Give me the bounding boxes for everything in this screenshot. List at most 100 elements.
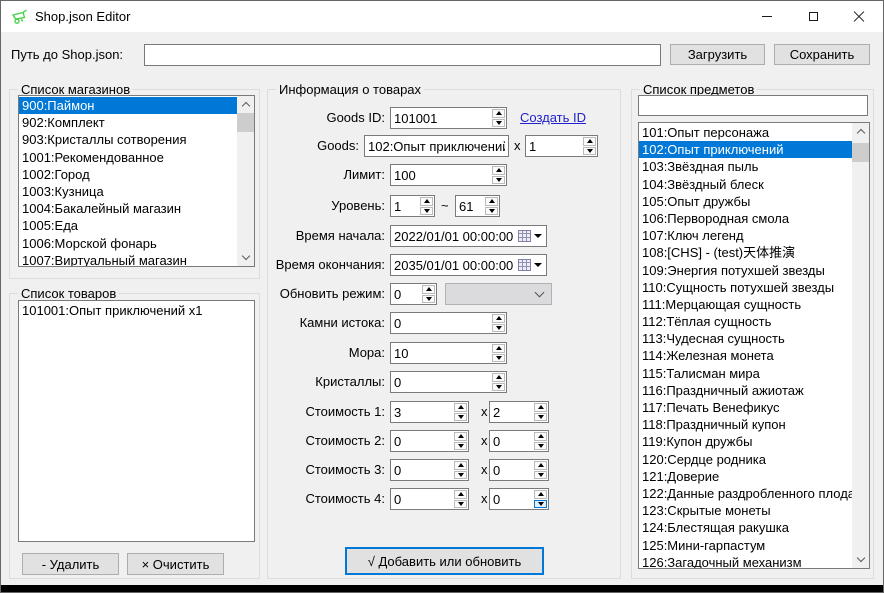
list-item[interactable]: 106:Первородная смола	[639, 210, 852, 227]
list-item[interactable]: 112:Тёплая сущность	[639, 313, 852, 330]
spin-down-button[interactable]	[454, 500, 467, 509]
spin-down-button[interactable]	[534, 500, 547, 509]
list-item[interactable]: 118:Праздничный купон	[639, 416, 852, 433]
spin-down-button[interactable]	[492, 119, 505, 128]
create-id-link[interactable]: Создать ID	[520, 107, 586, 129]
path-input[interactable]	[144, 44, 661, 66]
goods-input[interactable]	[364, 135, 509, 157]
list-item[interactable]: 116:Праздничный ажиотаж	[639, 382, 852, 399]
primogems-input[interactable]	[391, 313, 491, 333]
list-item[interactable]: 119:Купон дружбы	[639, 433, 852, 450]
list-item[interactable]: 1005:Еда	[19, 217, 237, 234]
level-max-input[interactable]	[456, 196, 484, 216]
spin-up-button[interactable]	[492, 344, 505, 353]
list-item[interactable]: 1001:Рекомендованное	[19, 149, 237, 166]
save-button[interactable]: Сохранить	[774, 44, 870, 65]
cost1-item-input[interactable]	[391, 402, 453, 422]
list-item[interactable]: 105:Опыт дружбы	[639, 193, 852, 210]
clear-button[interactable]: × Очистить	[127, 553, 224, 575]
spin-up-button[interactable]	[583, 137, 596, 146]
spin-down-button[interactable]	[492, 354, 505, 363]
crystals-input[interactable]	[391, 372, 491, 392]
spin-down-button[interactable]	[492, 324, 505, 333]
spin-down-button[interactable]	[454, 442, 467, 451]
list-item[interactable]: 126:Загадочный механизм	[639, 554, 852, 569]
list-item[interactable]: 107:Ключ легенд	[639, 227, 852, 244]
spin-down-button[interactable]	[492, 383, 505, 392]
list-item[interactable]: 111:Мерцающая сущность	[639, 296, 852, 313]
cost1-count-input[interactable]	[490, 402, 533, 422]
add-or-update-button[interactable]: √ Добавить или обновить	[345, 547, 544, 575]
item-search-input[interactable]	[638, 95, 868, 116]
spin-up-button[interactable]	[420, 197, 433, 206]
spin-up-button[interactable]	[534, 432, 547, 441]
list-item[interactable]: 121:Доверие	[639, 468, 852, 485]
list-item[interactable]: 123:Скрытые монеты	[639, 502, 852, 519]
list-item[interactable]: 109:Энергия потухшей звезды	[639, 262, 852, 279]
cost2-item-input[interactable]	[391, 431, 453, 451]
scroll-thumb[interactable]	[852, 143, 869, 162]
spin-up-button[interactable]	[454, 432, 467, 441]
spin-up-button[interactable]	[454, 490, 467, 499]
list-item[interactable]: 125:Мини-гарпастум	[639, 537, 852, 554]
list-item[interactable]: 104:Звёздный блеск	[639, 176, 852, 193]
cost2-count-input[interactable]	[490, 431, 533, 451]
minimize-button[interactable]	[744, 1, 790, 32]
scrollbar[interactable]	[852, 123, 869, 568]
mora-input[interactable]	[391, 343, 491, 363]
list-item[interactable]: 903:Кристаллы сотворения	[19, 131, 237, 148]
maximize-button[interactable]	[790, 1, 836, 32]
load-button[interactable]: Загрузить	[670, 44, 765, 65]
spin-up-button[interactable]	[534, 490, 547, 499]
spin-up-button[interactable]	[485, 197, 498, 206]
spin-down-button[interactable]	[420, 207, 433, 216]
list-item[interactable]: 120:Сердце родника	[639, 451, 852, 468]
calendar-dropdown-arrow-icon[interactable]	[534, 234, 542, 238]
spin-down-button[interactable]	[534, 413, 547, 422]
list-item[interactable]: 900:Паймон	[19, 97, 237, 114]
list-item[interactable]: 1006:Морской фонарь	[19, 235, 237, 252]
spin-up-button[interactable]	[422, 285, 435, 294]
list-item[interactable]: 117:Печать Венефикус	[639, 399, 852, 416]
list-item[interactable]: 101:Опыт персонажа	[639, 124, 852, 141]
delete-button[interactable]: - Удалить	[22, 553, 119, 575]
scroll-thumb[interactable]	[237, 113, 254, 132]
list-item[interactable]: 101001:Опыт приключений x1	[19, 302, 254, 319]
calendar-dropdown-arrow-icon[interactable]	[534, 263, 542, 267]
close-button[interactable]	[836, 1, 882, 32]
list-item[interactable]: 1007:Виртуальный магазин	[19, 252, 237, 267]
spin-down-button[interactable]	[485, 207, 498, 216]
scroll-down-button[interactable]	[852, 551, 869, 568]
cost4-item-input[interactable]	[391, 489, 453, 509]
spin-up-button[interactable]	[492, 373, 505, 382]
cost3-item-input[interactable]	[391, 460, 453, 480]
list-item[interactable]: 1003:Кузница	[19, 183, 237, 200]
time-start-input[interactable]	[391, 229, 518, 244]
level-min-input[interactable]	[391, 196, 419, 216]
scrollbar[interactable]	[237, 96, 254, 266]
spin-up-button[interactable]	[454, 461, 467, 470]
spin-up-button[interactable]	[534, 403, 547, 412]
spin-down-button[interactable]	[534, 442, 547, 451]
refresh-mode-input[interactable]	[391, 284, 421, 304]
list-item[interactable]: 102:Опыт приключений	[639, 141, 852, 158]
spin-down-button[interactable]	[454, 471, 467, 480]
spin-up-button[interactable]	[454, 403, 467, 412]
list-item[interactable]: 124:Блестящая ракушка	[639, 519, 852, 536]
cost3-count-input[interactable]	[490, 460, 533, 480]
list-item[interactable]: 115:Талисман мира	[639, 365, 852, 382]
spin-up-button[interactable]	[492, 166, 505, 175]
cost4-count-input[interactable]	[490, 489, 533, 509]
list-item[interactable]: 113:Чудесная сущность	[639, 330, 852, 347]
time-end-input[interactable]	[391, 258, 518, 273]
limit-input[interactable]	[391, 165, 491, 185]
refresh-mode-dropdown[interactable]	[445, 283, 552, 305]
goods-id-input[interactable]	[391, 108, 491, 128]
spin-up-button[interactable]	[492, 109, 505, 118]
spin-up-button[interactable]	[534, 461, 547, 470]
spin-down-button[interactable]	[534, 471, 547, 480]
scroll-up-button[interactable]	[852, 123, 869, 140]
list-item[interactable]: 1004:Бакалейный магазин	[19, 200, 237, 217]
spin-down-button[interactable]	[492, 176, 505, 185]
spin-up-button[interactable]	[492, 314, 505, 323]
